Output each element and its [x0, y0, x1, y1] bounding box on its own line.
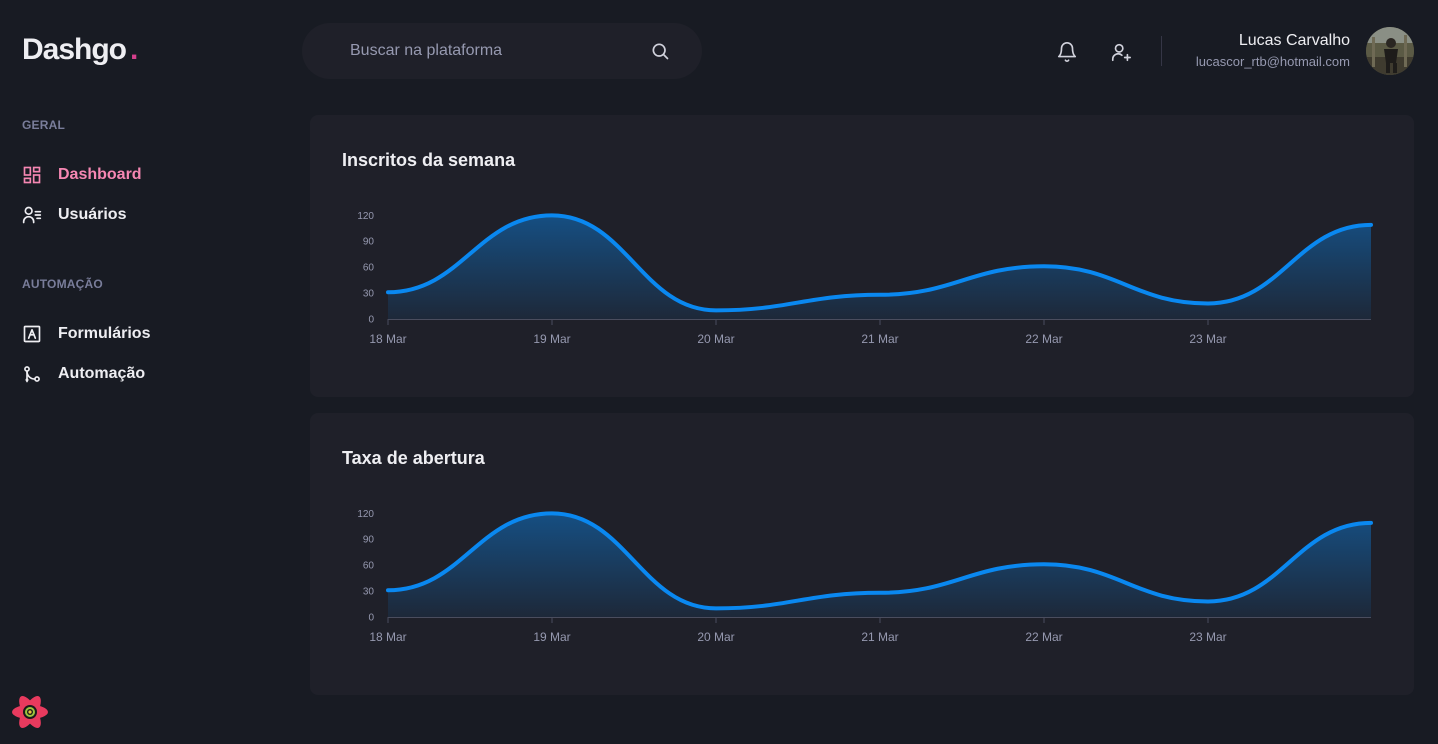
- area-chart: 0 30 60 90 120 18 Mar 19 Mar 20 Mar 21 Mar 22 Mar…: [357, 509, 1373, 644]
- avatar-image: [1366, 27, 1414, 75]
- search-input[interactable]: [350, 42, 650, 60]
- sidebar-item-label: Dashboard: [58, 166, 142, 183]
- x-tick-label: 20 Mar: [697, 332, 734, 346]
- x-tick-label: 22 Mar: [1025, 332, 1062, 346]
- form-icon: [23, 325, 41, 343]
- sidebar-item-formularios[interactable]: Formulários: [22, 324, 262, 344]
- app-root: Dashgo. Lucas Carvalho lucascor_rtb@hotm…: [0, 0, 1438, 744]
- user-add-icon[interactable]: [1110, 41, 1132, 63]
- y-tick-label: 0: [368, 613, 374, 624]
- profile-email: lucascor_rtb@hotmail.com: [1195, 54, 1350, 69]
- x-tick-label: 19 Mar: [533, 630, 570, 644]
- x-tick-label: 20 Mar: [697, 630, 734, 644]
- y-tick-label: 120: [357, 509, 374, 520]
- avatar[interactable]: [1366, 27, 1414, 75]
- x-tick-label: 18 Mar: [369, 630, 406, 644]
- brand-dot: .: [130, 33, 138, 66]
- section-title-automacao: AUTOMAÇÃO: [22, 277, 103, 291]
- header-actions: [1056, 40, 1132, 64]
- area-chart: 0 30 60 90 120 18 Mar 19 Mar 20 Mar 21 Mar 22 Mar…: [357, 211, 1373, 346]
- brand-name: Dashgo: [22, 33, 127, 66]
- bell-icon[interactable]: [1056, 41, 1078, 63]
- git-merge-icon: [24, 366, 40, 383]
- y-tick-label: 60: [363, 263, 375, 274]
- profile-info[interactable]: Lucas Carvalho lucascor_rtb@hotmail.com: [1196, 31, 1350, 70]
- chart-card-inscritos: Inscritos da semana 0 30 60 90 120 18 Mar 19 M…: [310, 115, 1414, 397]
- sidebar: GERAL Dashboard Usuários AUTOMAÇÃO Formu…: [22, 118, 262, 384]
- section-title-geral: GERAL: [22, 118, 65, 132]
- nav-list-geral: Dashboard Usuários: [22, 165, 262, 225]
- y-tick-label: 90: [363, 535, 375, 546]
- x-tick-label: 21 Mar: [861, 332, 898, 346]
- sidebar-item-label: Automação: [58, 365, 146, 382]
- sidebar-item-usuarios[interactable]: Usuários: [22, 205, 262, 225]
- brand-logo[interactable]: Dashgo.: [22, 33, 138, 67]
- y-tick-label: 0: [368, 315, 374, 326]
- x-tick-label: 19 Mar: [533, 332, 570, 346]
- nav-list-automacao: Formulários Automação: [22, 324, 262, 384]
- y-tick-label: 60: [363, 561, 375, 572]
- header-divider: [1161, 36, 1162, 66]
- profile-name: Lucas Carvalho: [1238, 32, 1350, 49]
- x-tick-label: 18 Mar: [369, 332, 406, 346]
- y-tick-label: 30: [363, 587, 375, 598]
- y-tick-label: 90: [363, 237, 375, 248]
- search-bar[interactable]: [302, 23, 702, 79]
- sidebar-item-automacao[interactable]: Automação: [22, 364, 262, 384]
- sidebar-item-label: Formulários: [58, 325, 151, 342]
- sidebar-item-dashboard[interactable]: Dashboard: [22, 165, 262, 185]
- sidebar-item-label: Usuários: [58, 206, 127, 223]
- x-tick-label: 22 Mar: [1025, 630, 1062, 644]
- x-tick-label: 23 Mar: [1189, 332, 1226, 346]
- x-tick-label: 23 Mar: [1189, 630, 1226, 644]
- x-tick-label: 21 Mar: [861, 630, 898, 644]
- search-icon[interactable]: [650, 41, 670, 61]
- users-icon: [22, 206, 42, 224]
- react-logo-icon[interactable]: [10, 692, 50, 732]
- dashboard-icon: [23, 166, 41, 184]
- y-tick-label: 30: [363, 289, 375, 300]
- y-tick-label: 120: [357, 211, 374, 222]
- chart-card-taxa-abertura: Taxa de abertura 0 30 60 90 120 18 Mar 19 Mar 2…: [310, 413, 1414, 695]
